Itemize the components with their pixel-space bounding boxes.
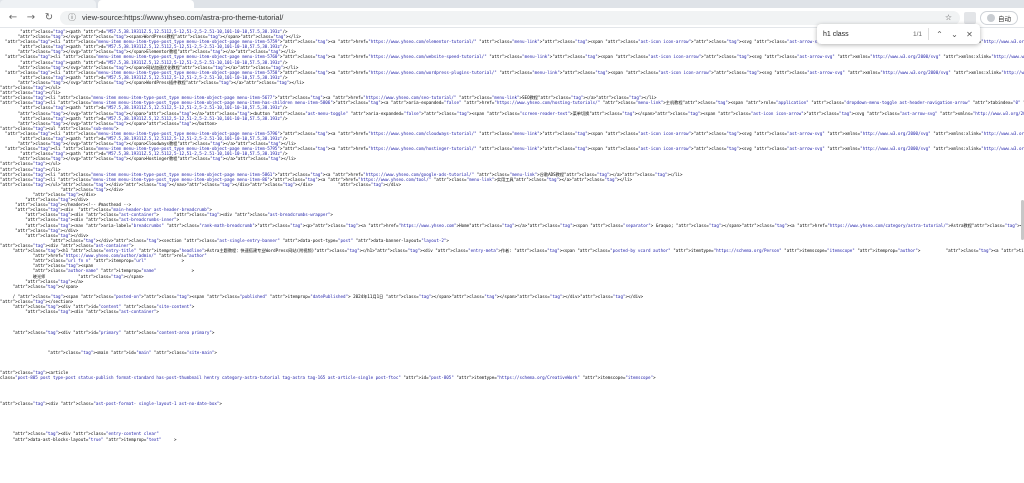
source-line: "attr">data-ast-blocks-layout="true" "at… xyxy=(12,436,177,442)
find-bar: h1 class 1/1 ⌃ ⌄ ✕ xyxy=(817,24,980,44)
address-bar[interactable]: ⓘ view-source:https://www.yhseo.com/astr… xyxy=(60,10,960,25)
site-info-icon[interactable]: ⓘ xyxy=(68,12,76,23)
find-input[interactable]: h1 class xyxy=(823,31,907,38)
chevron-up-icon[interactable]: ⌃ xyxy=(935,30,944,39)
tab-strip xyxy=(0,0,1024,8)
browser-tab[interactable] xyxy=(0,0,96,8)
url-text: view-source:https://www.yhseo.com/astra-… xyxy=(82,13,284,22)
extension-icon[interactable] xyxy=(964,11,976,24)
forward-arrow-icon[interactable]: → xyxy=(24,11,38,25)
chevron-down-icon[interactable]: ⌄ xyxy=(950,30,959,39)
browser-tab-active[interactable] xyxy=(98,0,194,8)
find-match-count: 1/1 xyxy=(912,30,922,38)
avatar xyxy=(987,13,995,22)
bookmark-icon[interactable]: ☆ xyxy=(945,13,952,22)
back-arrow-icon[interactable]: ← xyxy=(6,11,20,25)
profile-label: 自动 xyxy=(998,15,1011,23)
source-line: "attr">class="tag"><nav "attr">aria-labe… xyxy=(25,222,1024,228)
source-view: "attr">class="tag"><path "attr">d="M57.5… xyxy=(0,29,1024,483)
close-icon[interactable]: ✕ xyxy=(965,30,974,39)
profile-button[interactable]: 自动 xyxy=(980,10,1018,25)
reload-icon[interactable]: ↻ xyxy=(42,11,56,25)
divider xyxy=(928,28,929,40)
